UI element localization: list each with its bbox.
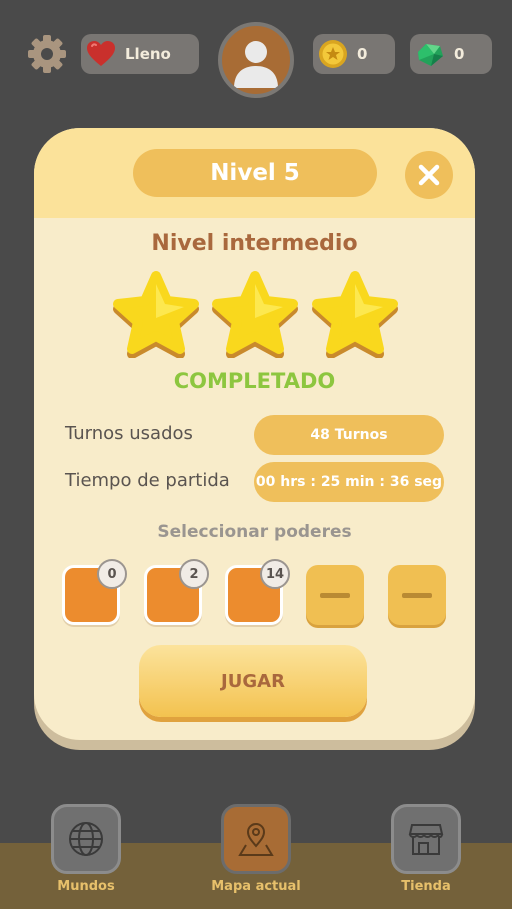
nav-worlds-label: Mundos <box>57 879 115 894</box>
power-slot[interactable]: 14 <box>225 559 290 625</box>
completion-status: COMPLETADO <box>173 369 336 393</box>
lives-counter[interactable]: Lleno <box>81 34 199 74</box>
turns-label: Turnos usados <box>65 423 193 444</box>
locked-dash-icon <box>320 592 350 598</box>
level-difficulty: Nivel intermedio <box>151 231 358 256</box>
dialog-title: Nivel 5 <box>133 149 377 197</box>
powers-title: Seleccionar poderes <box>157 522 352 542</box>
store-icon <box>408 824 444 855</box>
star-rating <box>34 268 475 360</box>
coins-value: 0 <box>357 45 368 63</box>
nav-current-map-button[interactable] <box>221 804 291 874</box>
gear-icon <box>28 35 66 73</box>
power-count-badge: 0 <box>97 559 127 589</box>
avatar[interactable] <box>218 22 294 98</box>
coin-icon <box>319 40 347 68</box>
power-slot-locked <box>306 565 364 625</box>
nav-store-button[interactable] <box>391 804 461 874</box>
heart-icon <box>87 41 115 66</box>
time-value: 00 hrs : 25 min : 36 seg <box>254 462 444 502</box>
power-slot[interactable]: 2 <box>144 559 209 625</box>
power-slot-locked <box>388 565 446 625</box>
turns-value: 48 Turnos <box>254 415 444 455</box>
power-count-badge: 2 <box>179 559 209 589</box>
close-icon <box>418 164 440 186</box>
power-slot[interactable]: 0 <box>62 559 127 625</box>
time-label: Tiempo de partida <box>65 470 230 491</box>
power-count-badge: 14 <box>260 559 290 589</box>
gem-icon <box>418 44 443 66</box>
locked-dash-icon <box>402 592 432 598</box>
star-icon <box>312 271 398 358</box>
gems-counter[interactable]: 0 <box>410 34 492 74</box>
close-button[interactable] <box>405 151 453 199</box>
coins-counter[interactable]: 0 <box>313 34 395 74</box>
play-button[interactable]: JUGAR <box>139 645 367 717</box>
gems-value: 0 <box>454 45 465 63</box>
nav-worlds-button[interactable] <box>51 804 121 874</box>
star-icon <box>212 271 298 358</box>
map-pin-icon <box>238 823 274 856</box>
user-avatar-icon <box>234 41 278 88</box>
star-icon <box>113 271 199 358</box>
settings-button[interactable] <box>26 33 68 75</box>
globe-icon <box>69 822 103 856</box>
lives-label: Lleno <box>125 45 171 63</box>
nav-current-map-label: Mapa actual <box>211 879 301 894</box>
nav-store-label: Tienda <box>401 879 451 894</box>
level-dialog: Nivel 5 Nivel intermedio COMPLETADO Turn… <box>34 128 475 740</box>
